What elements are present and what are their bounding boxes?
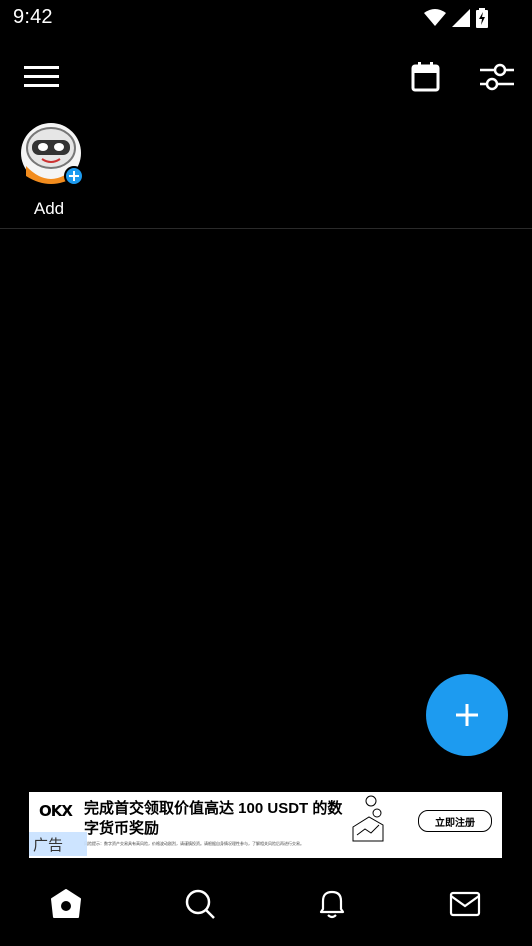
notifications-icon (319, 890, 345, 919)
status-icons (424, 8, 488, 28)
divider (0, 228, 532, 229)
ad-top-stripe (29, 786, 502, 792)
ad-headline: 完成首交领取价值高达 100 USDT 的数字货币奖励 (84, 800, 343, 837)
status-bar: 9:42 (0, 0, 532, 36)
signal-icon (452, 9, 470, 27)
ad-banner[interactable]: OKX 完成首交领取价值高达 100 USDT 的数字货币奖励 风险提示：数字资… (29, 786, 502, 858)
ad-cta-button[interactable]: 立即注册 (418, 810, 492, 832)
user-avatar-icon (21, 123, 84, 186)
nav-notifications[interactable] (312, 884, 352, 924)
menu-button[interactable] (24, 64, 60, 90)
add-story-button[interactable]: Add (14, 120, 84, 220)
messages-icon (449, 891, 481, 917)
wifi-icon (424, 9, 446, 26)
coin-chart-icon (352, 795, 384, 842)
ad-illustration (349, 795, 389, 843)
calendar-button[interactable] (410, 61, 442, 93)
ad-fine-print: 风险提示：数字资产交易具有高风险，价格波动剧烈，请谨慎投资。请根据自身情况理性参… (84, 841, 304, 846)
nav-home[interactable] (46, 884, 86, 924)
battery-charging-icon (476, 8, 488, 28)
status-time: 9:42 (13, 6, 53, 28)
nav-messages[interactable] (445, 884, 485, 924)
search-icon (185, 889, 215, 919)
ad-logo: OKX (39, 802, 73, 820)
calendar-icon (411, 62, 440, 92)
avatar (20, 122, 84, 186)
add-story-label: Add (33, 199, 65, 218)
filter-button[interactable] (479, 61, 515, 93)
home-icon (51, 889, 81, 918)
compose-fab[interactable] (426, 674, 508, 756)
filter-sliders-icon (480, 63, 514, 91)
nav-search[interactable] (180, 884, 220, 924)
bottom-nav (0, 870, 532, 940)
menu-icon (24, 66, 59, 87)
ad-badge: 广告 (29, 832, 87, 856)
plus-icon (456, 704, 478, 726)
